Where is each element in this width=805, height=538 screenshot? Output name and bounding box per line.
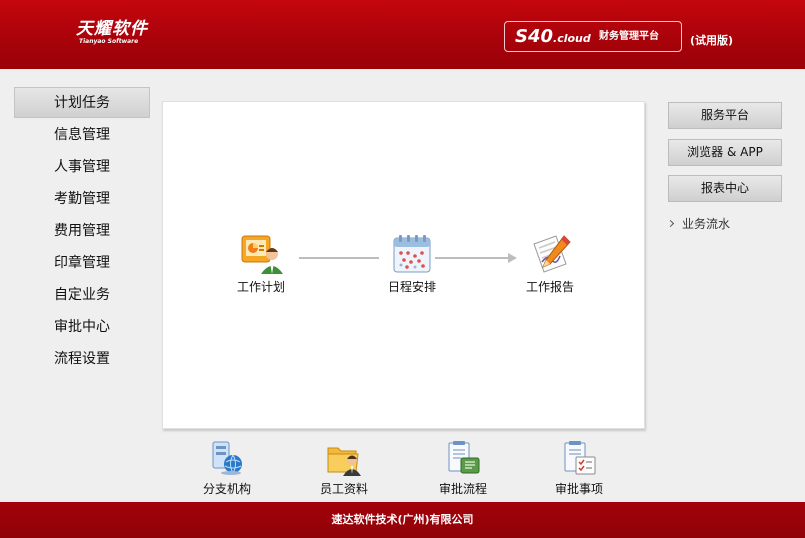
nav-item-plan-tasks[interactable]: 计划任务 xyxy=(14,87,150,118)
product-name: S40.cloud xyxy=(515,26,591,47)
flow-node-label: 日程安排 xyxy=(387,280,436,294)
product-suffix: .cloud xyxy=(553,32,591,45)
nav-item-attendance[interactable]: 考勤管理 xyxy=(14,184,150,215)
quick-link-branch[interactable]: 分支机构 xyxy=(187,440,267,497)
nav-item-approval-center[interactable]: 审批中心 xyxy=(14,312,150,343)
nav-item-seal[interactable]: 印章管理 xyxy=(14,248,150,279)
product-description: 财务管理平台 xyxy=(599,31,659,42)
quick-link-label: 审批事项 xyxy=(554,482,603,496)
approval-items-icon xyxy=(564,441,596,475)
nav-item-expense[interactable]: 费用管理 xyxy=(14,216,150,247)
report-center-button[interactable]: 报表中心 xyxy=(668,175,782,202)
chevron-right-icon xyxy=(666,219,675,228)
logo-subtitle: Tianyao Software xyxy=(79,38,139,45)
branch-icon xyxy=(212,441,242,475)
quick-link-approval-items[interactable]: 审批事项 xyxy=(539,440,619,497)
calendar-icon xyxy=(393,235,431,273)
nav-item-info-management[interactable]: 信息管理 xyxy=(14,120,150,151)
flow-node-work-report[interactable]: 工作报告 xyxy=(505,232,595,295)
work-report-icon xyxy=(533,235,571,273)
footer-company: 速达软件技术(广州)有限公司 xyxy=(331,513,474,526)
quick-link-label: 审批流程 xyxy=(438,482,487,496)
logo-title: 天耀软件 xyxy=(76,19,148,39)
quick-link-label: 分支机构 xyxy=(202,482,251,496)
flow-node-work-plan[interactable]: 工作计划 xyxy=(216,232,306,295)
quick-link-label: 员工资料 xyxy=(319,482,368,496)
flow-node-label: 工作计划 xyxy=(236,280,285,294)
business-flow-label: 业务流水 xyxy=(682,217,731,231)
nav-item-hr-management[interactable]: 人事管理 xyxy=(14,152,150,183)
flow-node-label: 工作报告 xyxy=(525,280,574,294)
browser-app-button[interactable]: 浏览器 & APP xyxy=(668,139,782,166)
service-platform-button[interactable]: 服务平台 xyxy=(668,102,782,129)
nav-item-custom-business[interactable]: 自定业务 xyxy=(14,280,150,311)
product-badge: S40.cloud 财务管理平台 xyxy=(504,21,682,52)
nav-item-flow-settings[interactable]: 流程设置 xyxy=(14,344,150,375)
business-flow-link[interactable]: 业务流水 xyxy=(666,217,731,231)
flow-node-schedule[interactable]: 日程安排 xyxy=(367,232,457,295)
work-plan-icon xyxy=(241,235,283,274)
footer: 速达软件技术(广州)有限公司 xyxy=(0,502,805,538)
trial-label: (试用版) xyxy=(690,34,734,47)
quick-link-employee[interactable]: 员工资料 xyxy=(304,440,384,497)
workflow-panel: 工作计划 日程安排 工作报告 xyxy=(162,101,645,429)
employee-folder-icon xyxy=(327,447,361,476)
app-header: 天耀软件 Tianyao Software S40.cloud 财务管理平台 (… xyxy=(0,0,805,69)
brand-logo: 天耀软件 Tianyao Software xyxy=(76,20,148,46)
quick-link-approval-flow[interactable]: 审批流程 xyxy=(423,440,503,497)
approval-flow-icon xyxy=(448,441,480,474)
